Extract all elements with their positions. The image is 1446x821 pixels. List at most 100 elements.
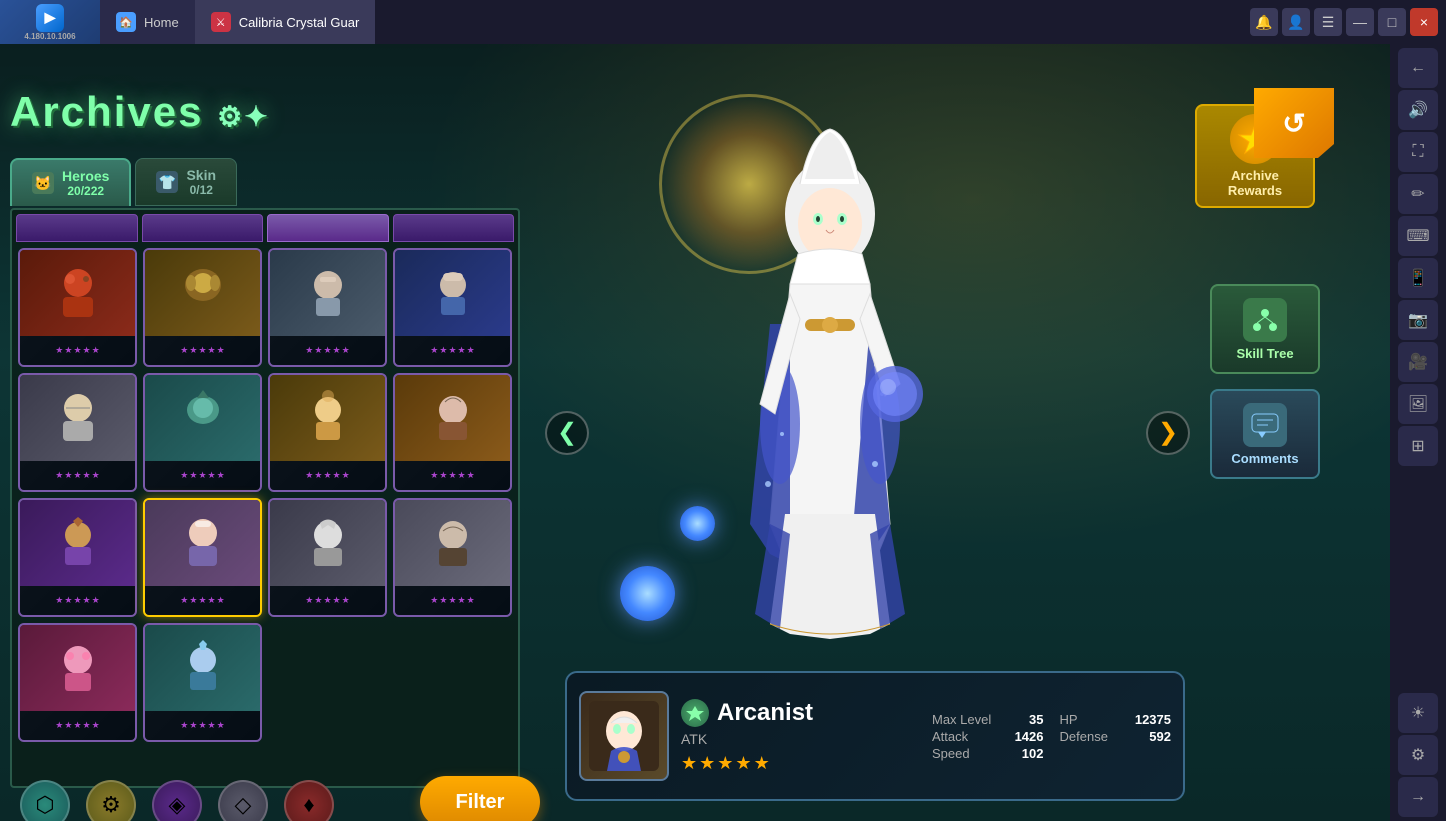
hero-avatar-3 bbox=[270, 250, 385, 336]
menu-btn[interactable]: ☰ bbox=[1314, 8, 1342, 36]
hero-stats: Max Level 35 HP 12375 Attack 1426 Defens… bbox=[932, 712, 1171, 761]
window-controls: 🔔 👤 ☰ — □ × bbox=[1250, 8, 1446, 36]
archives-title: Archives ⚙✦ bbox=[10, 88, 270, 136]
hero-card-13[interactable]: ★★★★★ bbox=[18, 623, 137, 742]
filter-icon-gray[interactable]: ◇ bbox=[218, 780, 268, 821]
hero-card-5[interactable]: ★★★★★ bbox=[18, 373, 137, 492]
minimize-btn[interactable]: — bbox=[1346, 8, 1374, 36]
hero-stars-2: ★★★★★ bbox=[145, 336, 260, 365]
notification-btn[interactable]: 🔔 bbox=[1250, 8, 1278, 36]
hero-card-6[interactable]: ★★★★★ bbox=[143, 373, 262, 492]
stat-maxlevel-label: Max Level bbox=[932, 712, 991, 727]
hero-avatar-6 bbox=[145, 375, 260, 461]
stat-maxlevel-value: 35 bbox=[1029, 712, 1043, 727]
hero-card-10[interactable]: ★★★★★ bbox=[143, 498, 262, 617]
hero-avatar-10 bbox=[145, 500, 260, 586]
sidebar-brightness-btn[interactable]: ☀ bbox=[1398, 693, 1438, 733]
tab-skin[interactable]: 👕 Skin 0/12 bbox=[135, 158, 237, 206]
filter-icon-gold[interactable]: ⚙ bbox=[86, 780, 136, 821]
comments-button[interactable]: Comments bbox=[1210, 389, 1320, 479]
sidebar-keyboard-btn[interactable]: ⌨ bbox=[1398, 216, 1438, 256]
hero-card-3[interactable]: ★★★★★ bbox=[268, 248, 387, 367]
stat-hp-row: HP 12375 bbox=[1060, 712, 1172, 727]
hero-name-row: Arcanist bbox=[681, 699, 920, 727]
nav-arrow-right[interactable]: ❯ bbox=[1146, 411, 1190, 455]
sidebar-settings-btn[interactable]: ⚙ bbox=[1398, 735, 1438, 775]
filter-icon-red[interactable]: ♦ bbox=[284, 780, 334, 821]
sidebar-recents-btn[interactable]: ⊞ bbox=[1398, 426, 1438, 466]
titlebar: ▶ 4.180.10.1006 🏠 Home ⚔ Calibria Crysta… bbox=[0, 0, 1446, 44]
sidebar-back-btn[interactable]: ← bbox=[1398, 48, 1438, 88]
stat-defense-label: Defense bbox=[1060, 729, 1108, 744]
hero-card-11[interactable]: ★★★★★ bbox=[268, 498, 387, 617]
heroes-tab-count: 20/222 bbox=[62, 184, 109, 198]
skin-tab-content: Skin 0/12 bbox=[186, 167, 216, 197]
game-area: Archives ⚙✦ 🐱 Heroes 20/222 👕 Skin 0/12 bbox=[0, 44, 1390, 821]
skin-tab-count: 0/12 bbox=[186, 183, 216, 197]
stat-speed-label: Speed bbox=[932, 746, 970, 761]
hero-card-9[interactable]: ★★★★★ bbox=[18, 498, 137, 617]
grid-headers bbox=[12, 210, 518, 242]
col-header-2 bbox=[142, 214, 264, 242]
home-icon: 🏠 bbox=[116, 12, 136, 32]
hero-avatar-12 bbox=[395, 500, 510, 586]
sidebar-image-btn[interactable]: 🖼 bbox=[1398, 384, 1438, 424]
hero-stars-7: ★★★★★ bbox=[270, 461, 385, 490]
hero-stars-4: ★★★★★ bbox=[395, 336, 510, 365]
character-display bbox=[680, 114, 980, 694]
skill-tree-label: Skill Tree bbox=[1236, 346, 1293, 361]
hero-info-content: Arcanist ATK ★ ★ ★ ★ ★ bbox=[681, 699, 920, 774]
tab-heroes[interactable]: 🐱 Heroes 20/222 bbox=[10, 158, 131, 206]
stat-attack-value: 1426 bbox=[1015, 729, 1044, 744]
stat-attack-row: Attack 1426 bbox=[932, 729, 1044, 744]
stat-attack-label: Attack bbox=[932, 729, 968, 744]
hero-card-7[interactable]: ★★★★★ bbox=[268, 373, 387, 492]
filter-icon-teal[interactable]: ⬡ bbox=[20, 780, 70, 821]
skill-tree-button[interactable]: Skill Tree bbox=[1210, 284, 1320, 374]
hero-grid: ★★★★★ ★★★★★ ★★★★★ bbox=[12, 242, 518, 748]
hero-card-1[interactable]: ★★★★★ bbox=[18, 248, 137, 367]
hero-stars-3: ★★★★★ bbox=[270, 336, 385, 365]
stat-defense-value: 592 bbox=[1149, 729, 1171, 744]
hero-info-panel: Arcanist ATK ★ ★ ★ ★ ★ Max Level 35 HP 1… bbox=[565, 671, 1185, 801]
sidebar-volume-btn[interactable]: 🔊 bbox=[1398, 90, 1438, 130]
skin-tab-label: Skin bbox=[186, 167, 216, 183]
hero-card-8[interactable]: ★★★★★ bbox=[393, 373, 512, 492]
hero-star-row: ★ ★ ★ ★ ★ bbox=[681, 753, 920, 774]
sidebar-camera-btn[interactable]: 📷 bbox=[1398, 300, 1438, 340]
nav-arrow-left[interactable]: ❮ bbox=[545, 411, 589, 455]
tab-game[interactable]: ⚔ Calibria Crystal Guar bbox=[195, 0, 376, 44]
hero-grid-container: ★★★★★ ★★★★★ ★★★★★ bbox=[10, 208, 520, 788]
sidebar-forward-btn[interactable]: → bbox=[1398, 777, 1438, 817]
hero-stars-1: ★★★★★ bbox=[20, 336, 135, 365]
hero-card-2[interactable]: ★★★★★ bbox=[143, 248, 262, 367]
heroes-tab-content: Heroes 20/222 bbox=[62, 168, 109, 198]
comments-icon bbox=[1243, 403, 1287, 447]
hero-stars-13: ★★★★★ bbox=[20, 711, 135, 740]
d-button[interactable]: ↺ bbox=[1254, 88, 1334, 158]
hero-card-14[interactable]: ★★★★★ bbox=[143, 623, 262, 742]
hero-type: ATK bbox=[681, 731, 920, 747]
sidebar-phone-btn[interactable]: 📱 bbox=[1398, 258, 1438, 298]
tab-home-label: Home bbox=[144, 15, 179, 30]
tab-home[interactable]: 🏠 Home bbox=[100, 0, 195, 44]
filter-icon-purple[interactable]: ◈ bbox=[152, 780, 202, 821]
maximize-btn[interactable]: □ bbox=[1378, 8, 1406, 36]
hero-avatar-8 bbox=[395, 375, 510, 461]
hero-stars-8: ★★★★★ bbox=[395, 461, 510, 490]
col-header-1 bbox=[16, 214, 138, 242]
hero-stars-11: ★★★★★ bbox=[270, 586, 385, 615]
sidebar-video-btn[interactable]: 🎥 bbox=[1398, 342, 1438, 382]
sidebar-fullscreen-btn[interactable]: ⛶ bbox=[1398, 132, 1438, 172]
tab-game-label: Calibria Crystal Guar bbox=[239, 15, 360, 30]
hero-card-4[interactable]: ★★★★★ bbox=[393, 248, 512, 367]
hero-stars-12: ★★★★★ bbox=[395, 586, 510, 615]
hero-name: Arcanist bbox=[717, 699, 813, 727]
hero-avatar-14 bbox=[145, 625, 260, 711]
hero-card-12[interactable]: ★★★★★ bbox=[393, 498, 512, 617]
filter-icons: ⬡ ⚙ ◈ ◇ ♦ bbox=[20, 780, 334, 821]
sidebar-edit-btn[interactable]: ✏ bbox=[1398, 174, 1438, 214]
account-btn[interactable]: 👤 bbox=[1282, 8, 1310, 36]
filter-button[interactable]: Filter bbox=[420, 776, 540, 821]
close-btn[interactable]: × bbox=[1410, 8, 1438, 36]
